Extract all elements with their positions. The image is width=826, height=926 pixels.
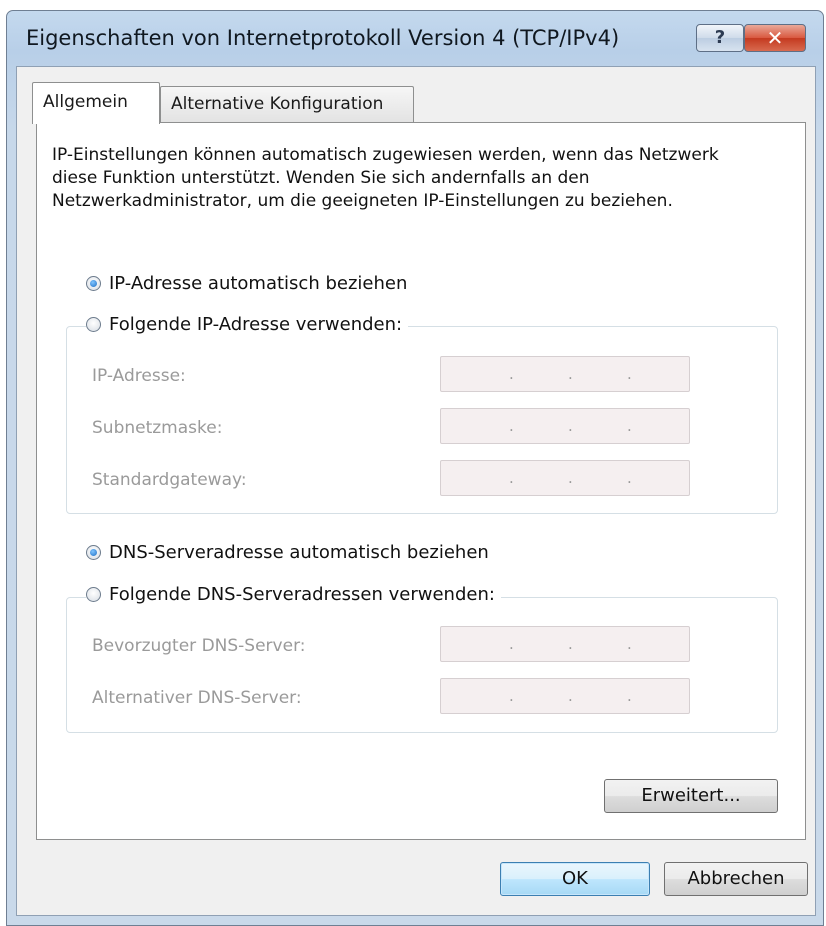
radio-unselected-icon <box>86 587 101 602</box>
advanced-button[interactable]: Erweitert... <box>604 779 778 813</box>
radio-dns-auto[interactable]: DNS-Serveradresse automatisch beziehen <box>86 542 489 563</box>
close-icon: ✕ <box>766 26 784 50</box>
intro-text: IP-Einstellungen können automatisch zuge… <box>52 145 719 211</box>
subnet-mask-field[interactable]: ... <box>440 408 690 444</box>
radio-unselected-icon <box>86 317 101 332</box>
radio-selected-icon <box>86 545 101 560</box>
subnet-mask-label: Subnetzmaske: <box>92 418 223 438</box>
background-strip <box>0 0 826 10</box>
radio-dns-auto-label: DNS-Serveradresse automatisch beziehen <box>109 542 489 563</box>
preferred-dns-label: Bevorzugter DNS-Server: <box>92 636 306 656</box>
radio-ip-manual-label: Folgende IP-Adresse verwenden: <box>109 314 403 335</box>
radio-ip-auto[interactable]: IP-Adresse automatisch beziehen <box>86 273 407 294</box>
close-button[interactable]: ✕ <box>744 24 806 52</box>
ok-button[interactable]: OK <box>500 862 650 896</box>
help-icon: ? <box>714 27 726 48</box>
tab-alternative-konfiguration[interactable]: Alternative Konfiguration <box>160 86 414 122</box>
preferred-dns-field[interactable]: ... <box>440 626 690 662</box>
tab-allgemein[interactable]: Allgemein <box>32 82 160 124</box>
radio-ip-auto-label: IP-Adresse automatisch beziehen <box>109 273 408 294</box>
cancel-button[interactable]: Abbrechen <box>664 862 808 896</box>
radio-dns-manual[interactable]: Folgende DNS-Serveradressen verwenden: <box>86 584 501 605</box>
alternate-dns-label: Alternativer DNS-Server: <box>92 688 302 708</box>
ip-address-label: IP-Adresse: <box>92 366 186 386</box>
default-gateway-label: Standardgateway: <box>92 470 247 490</box>
help-button[interactable]: ? <box>696 24 744 52</box>
alternate-dns-field[interactable]: ... <box>440 678 690 714</box>
window-title: Eigenschaften von Internetprotokoll Vers… <box>26 26 620 50</box>
radio-dns-manual-label: Folgende DNS-Serveradressen verwenden: <box>109 584 495 605</box>
radio-ip-manual[interactable]: Folgende IP-Adresse verwenden: <box>86 314 409 335</box>
ip-address-field[interactable]: ... <box>440 356 690 392</box>
default-gateway-field[interactable]: ... <box>440 460 690 496</box>
radio-selected-icon <box>86 276 101 291</box>
